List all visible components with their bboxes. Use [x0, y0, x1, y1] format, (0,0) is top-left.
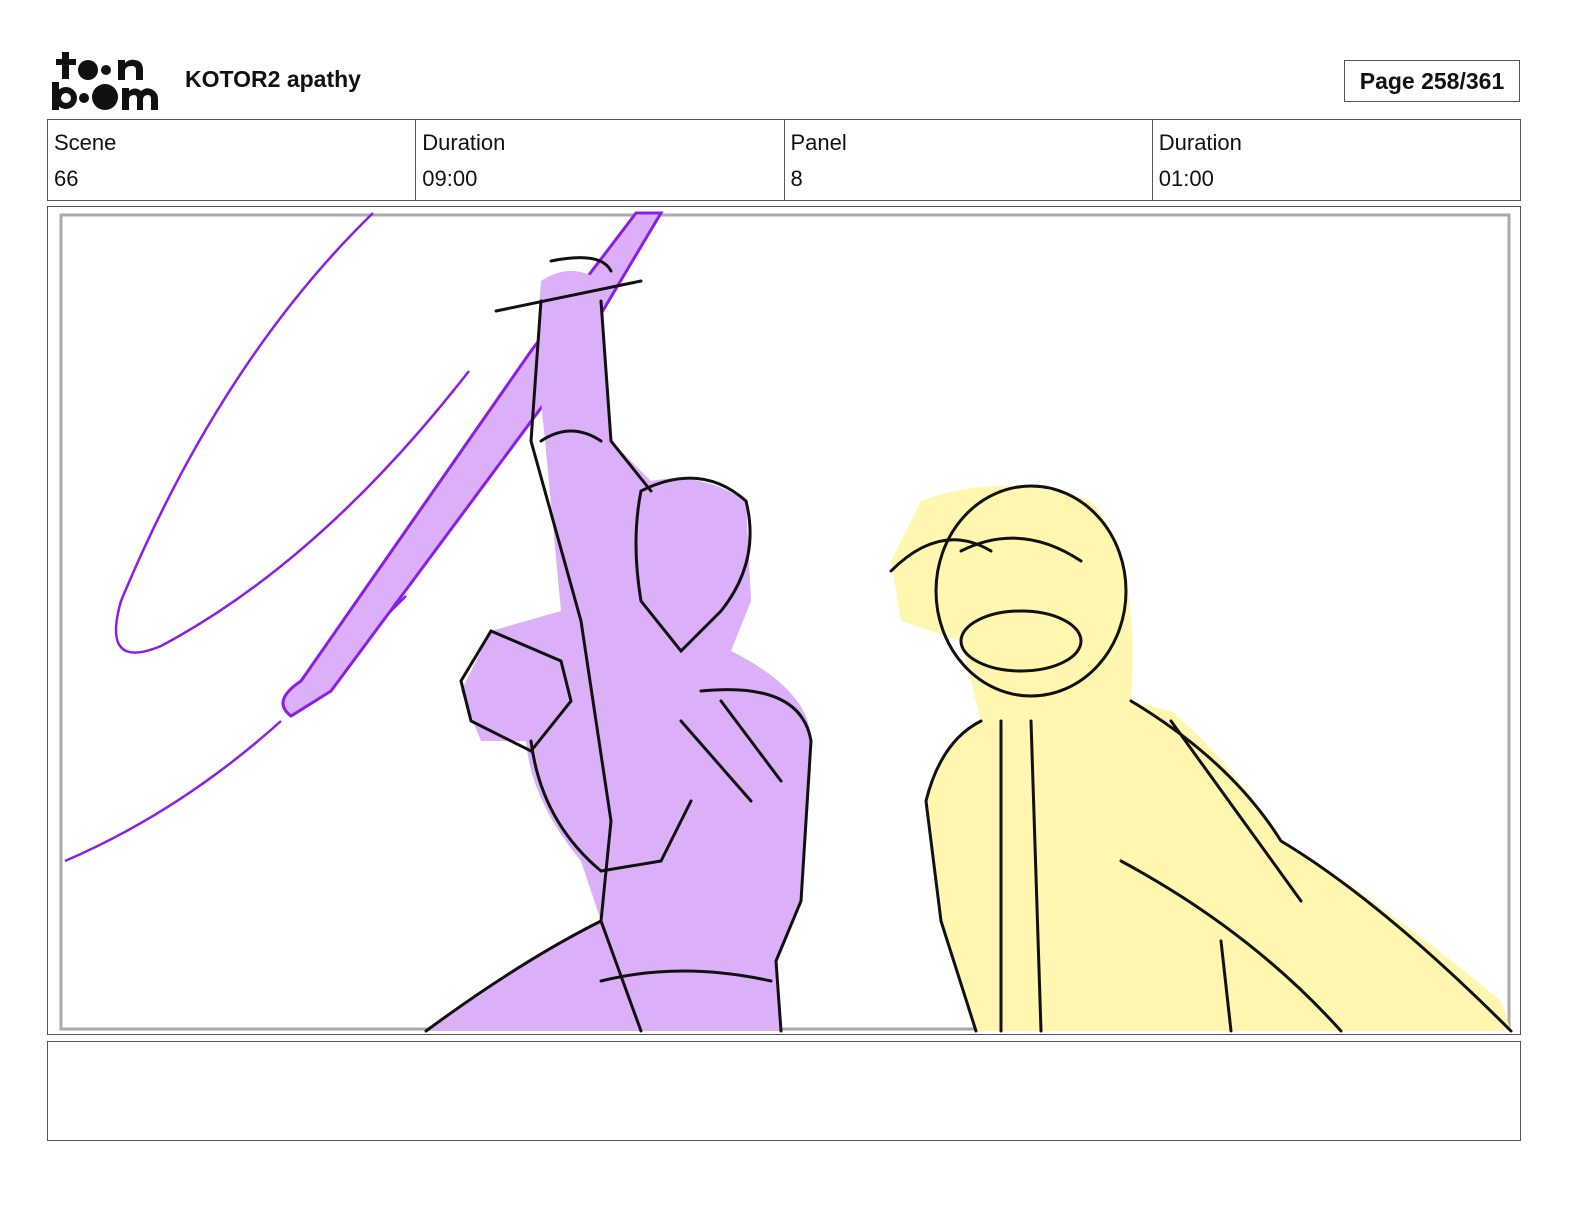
scene-duration-cell: Duration 09:00 [416, 120, 785, 200]
yellow-character-fill [891, 486, 1511, 1031]
panel-value: 8 [790, 166, 803, 191]
panel-duration-cell: Duration 01:00 [1153, 120, 1520, 200]
scene-value: 66 [54, 166, 79, 191]
scene-cell: Scene 66 [48, 120, 417, 200]
panel-label: Panel [790, 130, 847, 155]
toon-boom-logo [50, 50, 164, 112]
panel-duration-label: Duration [1158, 130, 1242, 155]
page-indicator: Page 258/361 [1344, 60, 1520, 102]
panel-duration-value: 01:00 [1158, 166, 1214, 191]
purple-character-fill [426, 271, 811, 1031]
scene-label: Scene [54, 130, 117, 155]
panel-info-table: Scene 66 Duration 09:00 Panel 8 Duration… [47, 119, 1521, 201]
panel-notes-box [47, 1041, 1521, 1141]
scene-duration-label: Duration [422, 130, 506, 155]
sketch-drawing [59, 211, 1513, 1033]
panel-cell: Panel 8 [785, 120, 1153, 200]
project-title: KOTOR2 apathy [185, 66, 361, 92]
scene-duration-value: 09:00 [422, 166, 478, 191]
storyboard-panel-image [47, 206, 1521, 1035]
